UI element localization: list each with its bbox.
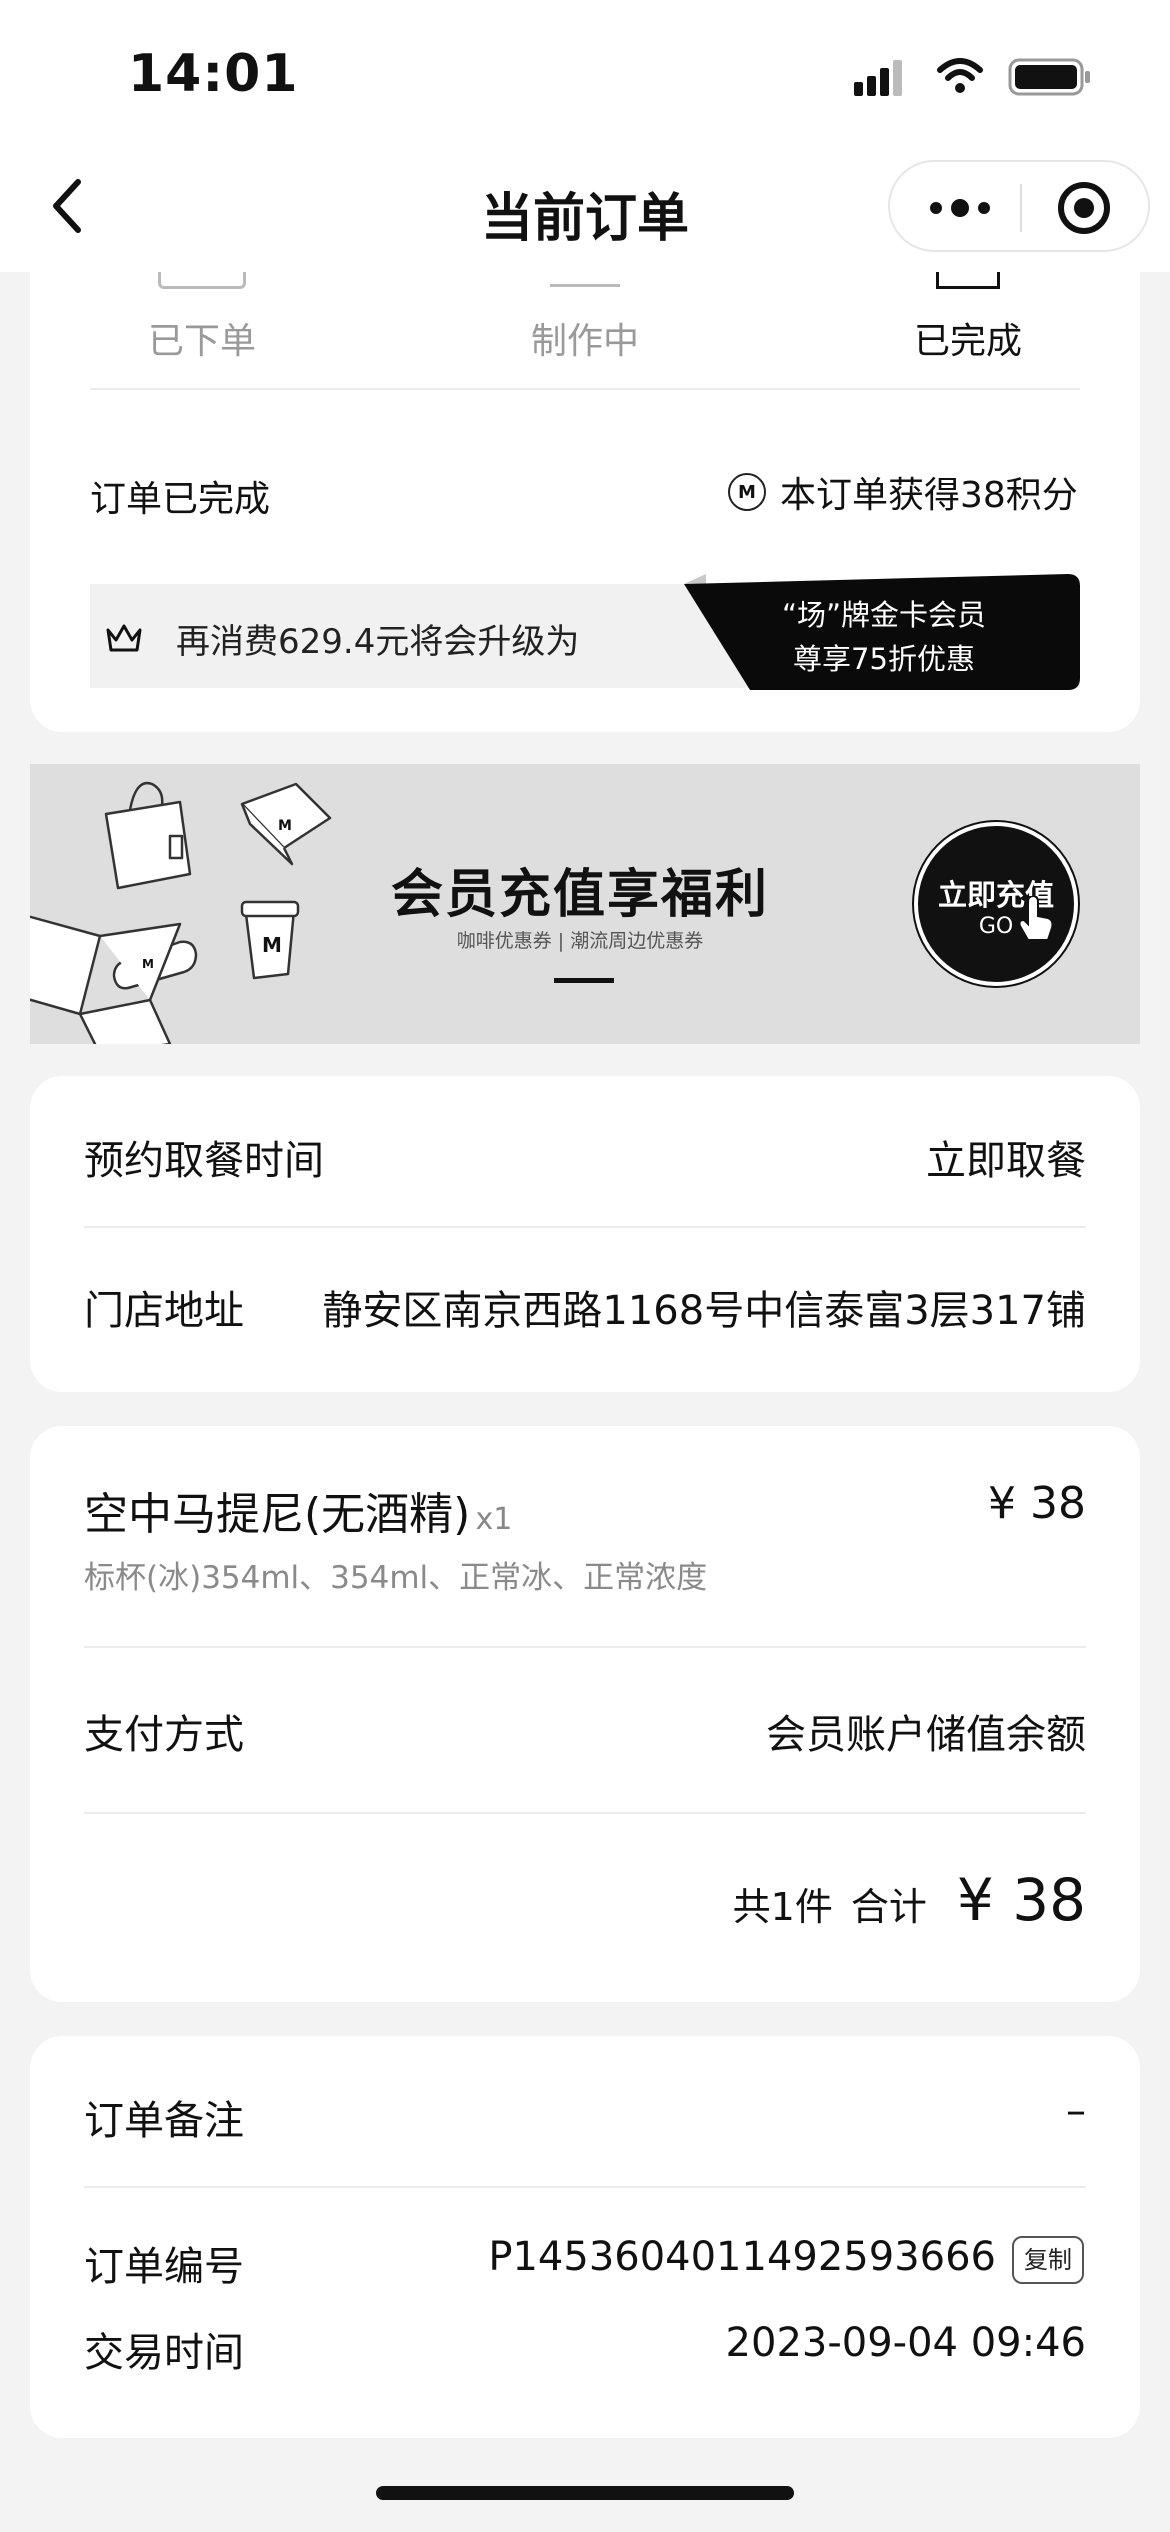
gold-tag-line1: “场”牌金卡会员 [781,598,987,632]
payment-method-value: 会员账户储值余额 [766,1712,1086,1758]
divider [84,2186,1086,2188]
remark-value: – [1066,2088,1086,2134]
mini-program-capsule [888,160,1150,252]
step-completed: 已完成 [913,321,1022,362]
total-row: 共1件 合计 ¥ 38 [733,1866,1086,1934]
banner-title: 会员充值享福利 [390,865,769,925]
merch-illustration: M M M [30,781,332,1044]
hand-pointer-icon [1018,896,1054,941]
brand-m-icon: M [728,473,766,511]
more-dots-icon [930,199,990,217]
pickup-time-label: 预约取餐时间 [84,1138,324,1184]
trade-time-label: 交易时间 [84,2330,244,2376]
step-ordered: 已下单 [147,321,256,362]
points-text: 本订单获得38积分 [780,475,1078,516]
battery-icon [1008,58,1092,98]
total-label: 合计 [850,1885,927,1929]
close-button[interactable] [1056,180,1112,236]
divider [84,1646,1086,1648]
total-amount: ¥ 38 [956,1866,1086,1934]
item-price: ¥ 38 [988,1478,1086,1529]
copy-button[interactable]: 复制 [1012,2236,1084,2284]
divider [84,1226,1086,1228]
signal-icon [854,58,916,98]
banner-underline [554,978,614,983]
svg-text:M: M [142,957,154,971]
gold-tag-line2: 尊享75折优惠 [793,642,975,676]
pickup-time-value: 立即取餐 [926,1138,1086,1184]
gold-member-tag: “场”牌金卡会员 尊享75折优惠 [684,574,1080,690]
divider [90,388,1080,390]
home-indicator [376,2486,794,2500]
more-button[interactable] [920,184,1000,232]
pickup-card [30,1076,1140,1392]
order-no-value: P1453604011492593666 [488,2234,996,2280]
step-icon-ordered [158,272,246,289]
item-qty: x1 [475,1502,513,1537]
item-spec: 标杯(冰)354ml、354ml、正常冰、正常浓度 [84,1560,708,1596]
target-close-icon [1058,182,1110,234]
order-status-text: 订单已完成 [90,479,271,520]
store-address-value: 静安区南京西路1168号中信泰富3层317铺 [322,1288,1086,1334]
step-icon-making [550,272,620,287]
wifi-icon [936,56,984,96]
status-time: 14:01 [128,44,299,104]
upgrade-text: 再消费629.4元将会升级为 [176,622,580,662]
svg-text:M: M [262,933,282,957]
remark-label: 订单备注 [84,2098,244,2144]
step-icon-done [936,272,1000,289]
store-address-label: 门店地址 [84,1288,244,1334]
svg-text:M: M [278,818,292,834]
crown-icon [104,620,144,654]
item-name-row: 空中马提尼(无酒精) x1 [84,1478,512,1542]
step-making: 制作中 [530,321,639,362]
recharge-go-button[interactable]: 立即充值 GO [914,822,1078,986]
order-no-label: 订单编号 [84,2244,244,2290]
divider [84,1812,1086,1814]
item-name: 空中马提尼(无酒精) [84,1489,471,1540]
banner-subtitle: 咖啡优惠券 | 潮流周边优惠券 [456,930,704,952]
points-earned: M 本订单获得38积分 [728,466,1078,518]
item-count: 共1件 [732,1885,833,1929]
payment-method-label: 支付方式 [84,1712,244,1758]
trade-time-value: 2023-09-04 09:46 [725,2320,1086,2366]
